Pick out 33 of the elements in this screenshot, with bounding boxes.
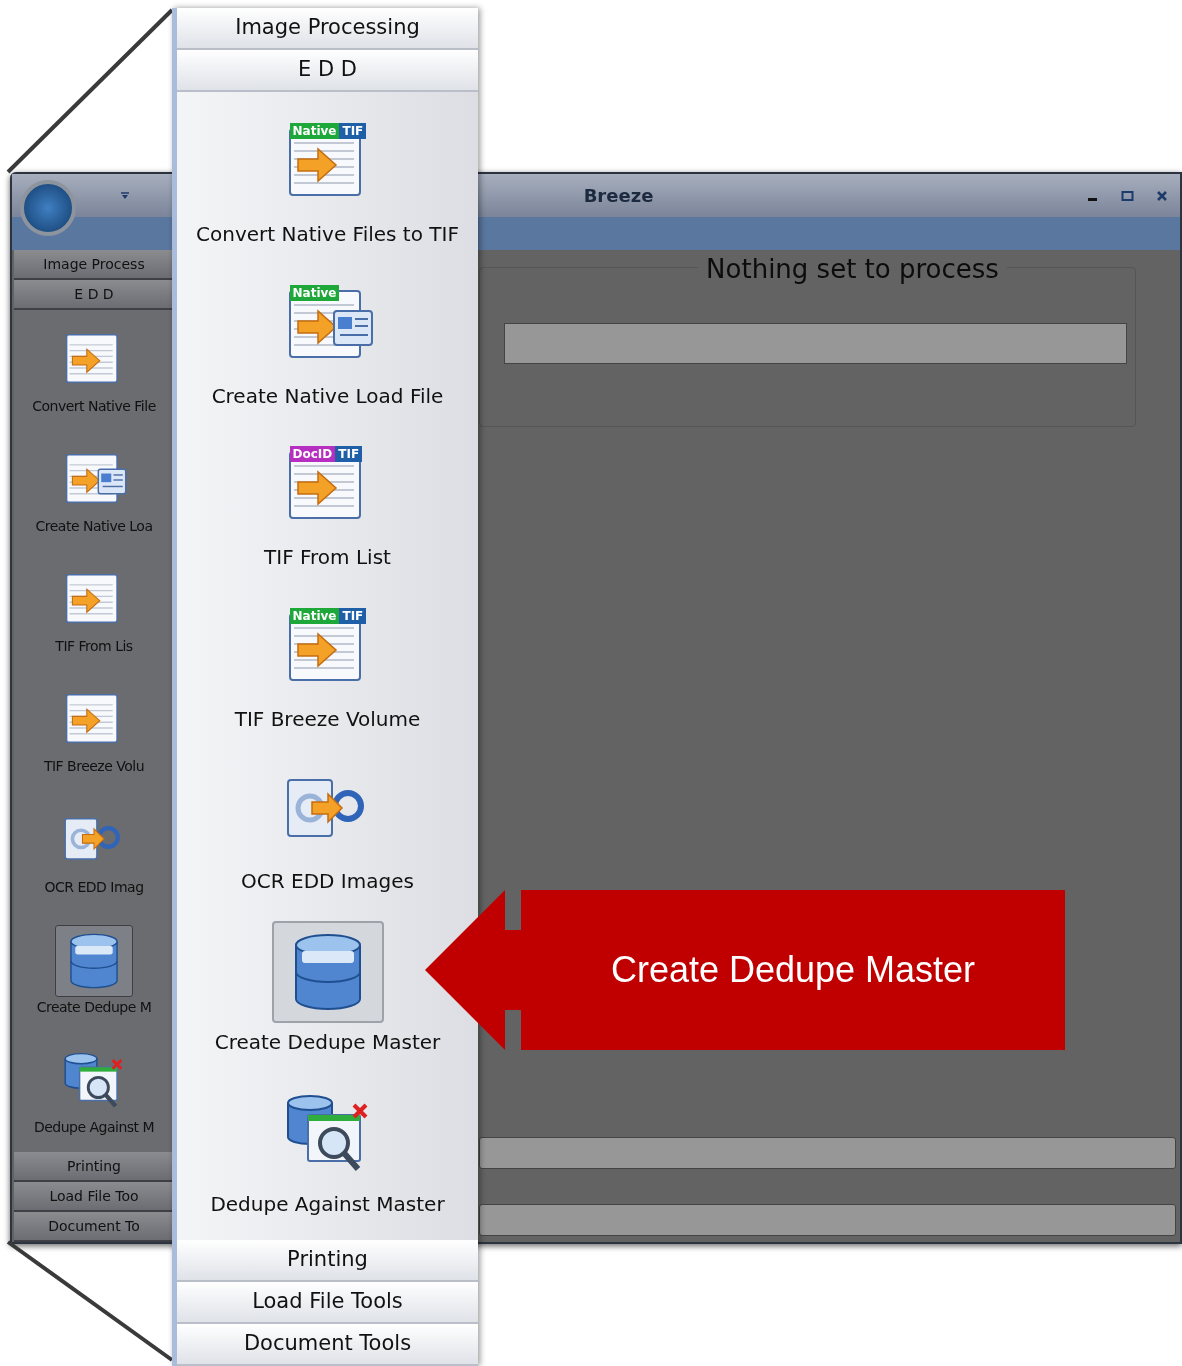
icon-badge: DocID [289, 446, 336, 463]
icon-badge: Native [289, 607, 340, 624]
section-header[interactable]: Document Tools [177, 1324, 478, 1366]
tool-label[interactable]: Convert Native Files to TIF [196, 218, 459, 249]
section-header[interactable]: E D D [14, 280, 174, 310]
icon-badge: TIF [339, 607, 367, 624]
tool-label[interactable]: Convert Native File [32, 395, 156, 417]
tool-label[interactable]: TIF From List [264, 542, 391, 573]
tool-label[interactable]: Dedupe Against M [33, 1117, 155, 1139]
tool-label[interactable]: Create Native Load File [211, 380, 444, 411]
section-header[interactable]: Printing [177, 1240, 478, 1282]
section-header[interactable]: Printing [14, 1152, 174, 1182]
tool-label[interactable]: Create Dedupe M [36, 997, 152, 1019]
section-header[interactable]: Image Process [14, 250, 174, 280]
icon-badge: Native [289, 122, 340, 139]
section-header[interactable]: Load File Tools [177, 1282, 478, 1324]
icon-badge: TIF [339, 122, 367, 139]
tool-label[interactable]: Create Dedupe Master [214, 1027, 441, 1058]
section-header[interactable]: Image Processing [177, 8, 478, 50]
tool-label[interactable]: TIF Breeze Volu [43, 756, 145, 778]
tool-label[interactable]: OCR EDD Images [241, 865, 414, 896]
section-header[interactable]: Load File Too [14, 1182, 174, 1212]
section-header[interactable]: Document To [14, 1212, 174, 1242]
icon-badge: TIF [335, 446, 363, 463]
tool-label[interactable]: OCR EDD Imag [44, 876, 144, 898]
window-title: Breeze [583, 184, 654, 208]
tool-label[interactable]: TIF From Lis [55, 636, 133, 658]
icon-badge: Native [289, 284, 340, 301]
tool-label[interactable]: Dedupe Against Master [210, 1189, 445, 1220]
tool-label[interactable]: TIF Breeze Volume [234, 703, 421, 734]
section-header[interactable]: E D D [177, 50, 478, 92]
callout-label: Create Dedupe Master [610, 948, 976, 992]
tool-label[interactable]: Create Native Loa [35, 515, 153, 537]
